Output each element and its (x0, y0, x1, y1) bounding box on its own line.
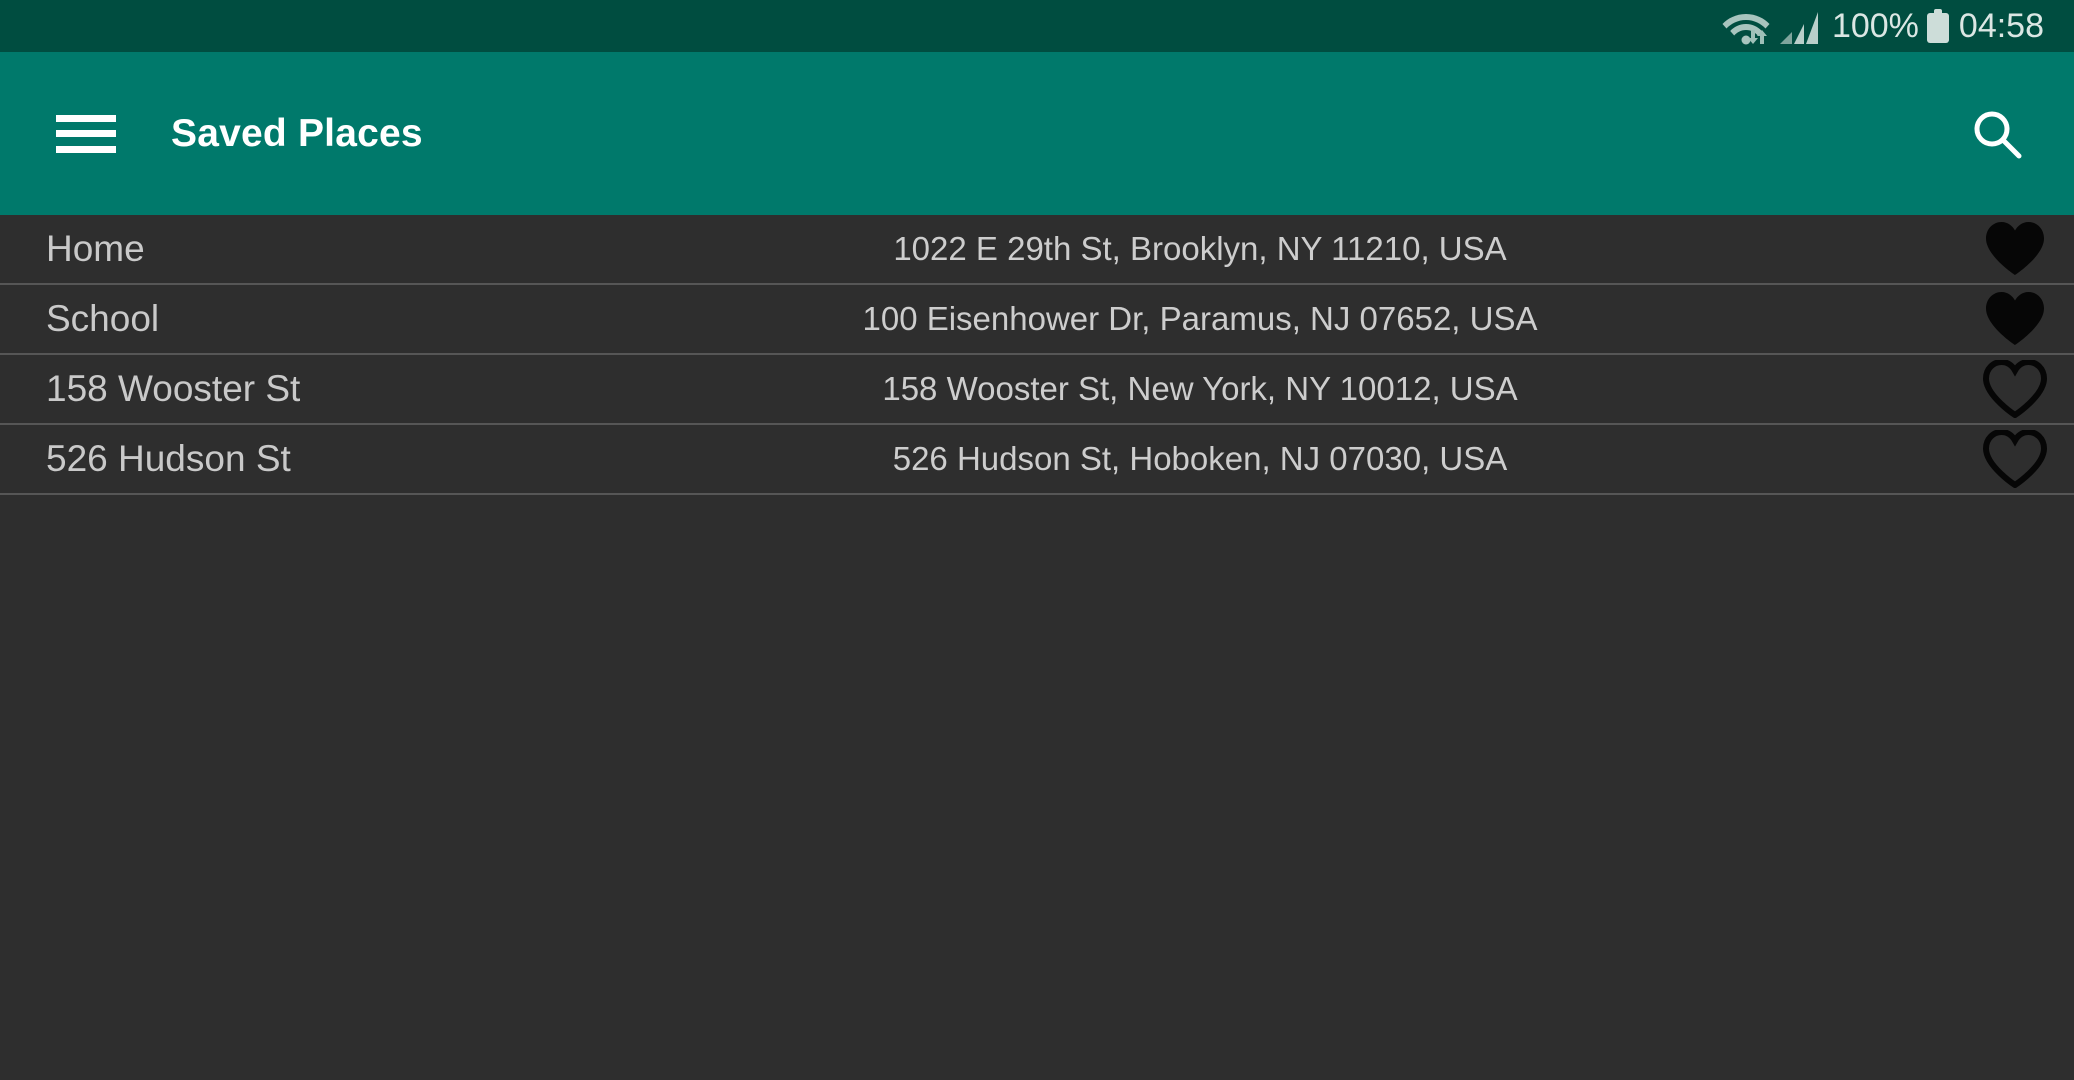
hamburger-bar-3 (56, 145, 116, 153)
place-address: 526 Hudson St, Hoboken, NJ 07030, USA (892, 440, 1508, 477)
heart-filled-icon[interactable] (1956, 285, 2074, 353)
table-row[interactable]: Home 1022 E 29th St, Brooklyn, NY 11210,… (0, 215, 2074, 285)
app-screen: 100% 04:58 Saved Places Home 1022 E 29th… (0, 0, 2074, 1080)
table-row[interactable]: School 100 Eisenhower Dr, Paramus, NJ 07… (0, 285, 2074, 355)
battery-icon (1926, 9, 1949, 43)
search-icon[interactable] (1966, 103, 2028, 165)
place-address: 1022 E 29th St, Brooklyn, NY 11210, USA (893, 230, 1507, 267)
hamburger-menu-icon[interactable] (56, 114, 116, 153)
app-bar: Saved Places (0, 52, 2074, 215)
battery-percent-label: 100% (1831, 7, 1919, 45)
place-name: School (46, 298, 160, 339)
page-title: Saved Places (171, 111, 423, 155)
heart-outline-icon[interactable] (1956, 355, 2074, 423)
cellular-signal-icon (1778, 6, 1820, 46)
heart-outline-icon[interactable] (1956, 425, 2074, 493)
hamburger-bar-1 (56, 114, 116, 122)
place-name: Home (46, 228, 145, 269)
place-name: 158 Wooster St (46, 368, 301, 409)
place-name: 526 Hudson St (46, 438, 291, 479)
place-address: 158 Wooster St, New York, NY 10012, USA (882, 370, 1518, 407)
status-bar-clock: 04:58 (1958, 7, 2044, 45)
hamburger-bar-2 (56, 130, 116, 137)
empty-list-area (0, 495, 2074, 1080)
status-bar: 100% 04:58 (0, 0, 2074, 52)
status-bar-indicators: 100% 04:58 (1720, 6, 2044, 46)
wifi-icon (1720, 6, 1776, 46)
heart-filled-icon[interactable] (1956, 215, 2074, 283)
place-address: 100 Eisenhower Dr, Paramus, NJ 07652, US… (862, 300, 1538, 337)
table-row[interactable]: 526 Hudson St 526 Hudson St, Hoboken, NJ… (0, 425, 2074, 495)
saved-places-list: Home 1022 E 29th St, Brooklyn, NY 11210,… (0, 215, 2074, 495)
table-row[interactable]: 158 Wooster St 158 Wooster St, New York,… (0, 355, 2074, 425)
